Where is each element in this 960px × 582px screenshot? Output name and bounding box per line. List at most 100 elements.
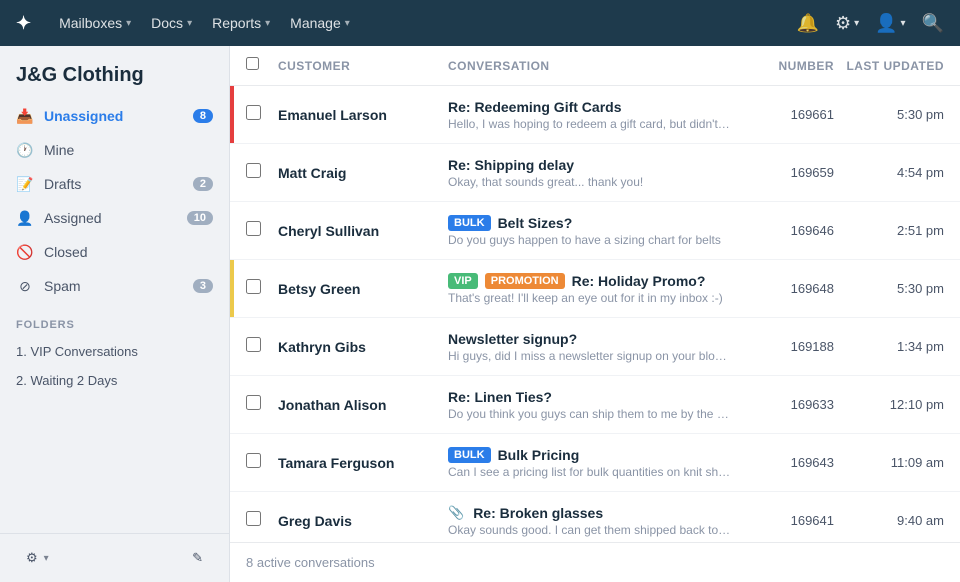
conversation-preview: Okay sounds good. I can get them shipped… bbox=[448, 523, 732, 537]
conversation-cell: Newsletter signup?Hi guys, did I miss a … bbox=[448, 331, 744, 363]
main-container: J&G Clothing 📥 Unassigned 8 🕐 Mine 📝 Dra… bbox=[0, 46, 960, 582]
conversation-title: 📎Re: Broken glasses bbox=[448, 505, 732, 521]
chevron-down-icon: ▾ bbox=[44, 553, 49, 564]
assigned-icon: 👤 bbox=[16, 209, 34, 227]
last-updated-time: 11:09 am bbox=[834, 455, 944, 470]
manage-nav[interactable]: Manage ▾ bbox=[290, 15, 350, 31]
customer-name: Jonathan Alison bbox=[278, 397, 448, 413]
table-row[interactable]: Betsy GreenVipPromotionRe: Holiday Promo… bbox=[230, 260, 960, 318]
row-select-checkbox[interactable] bbox=[246, 105, 261, 120]
folder-vip[interactable]: 1. VIP Conversations bbox=[0, 337, 229, 366]
table-footer: 8 active conversations bbox=[230, 542, 960, 582]
reports-nav[interactable]: Reports ▾ bbox=[212, 15, 270, 31]
tag-bulk: Bulk bbox=[448, 447, 491, 463]
table-row[interactable]: Greg Davis📎Re: Broken glasses Okay sounds… bbox=[230, 492, 960, 542]
avatar-icon[interactable]: 👤 ▾ bbox=[875, 13, 905, 34]
sidebar-item-drafts[interactable]: 📝 Drafts 2 bbox=[0, 167, 229, 201]
last-updated-time: 12:10 pm bbox=[834, 397, 944, 412]
conversation-number: 169641 bbox=[744, 513, 834, 528]
row-select-checkbox[interactable] bbox=[246, 511, 261, 526]
conversation-cell: 📎Re: Broken glasses Okay sounds good. I c… bbox=[448, 505, 744, 537]
conversation-number: 169648 bbox=[744, 281, 834, 296]
sidebar-item-mine[interactable]: 🕐 Mine bbox=[0, 133, 229, 167]
row-select-checkbox[interactable] bbox=[246, 337, 261, 352]
table-row[interactable]: Tamara FergusonBulkBulk PricingCan I see… bbox=[230, 434, 960, 492]
table-row[interactable]: Emanuel LarsonRe: Redeeming Gift CardsHe… bbox=[230, 86, 960, 144]
row-select-checkbox[interactable] bbox=[246, 279, 261, 294]
settings-icon: ⚙ bbox=[26, 550, 38, 566]
row-select-checkbox[interactable] bbox=[246, 221, 261, 236]
nav-right-icons: 🔔 ⚙ ▾ 👤 ▾ 🔍 bbox=[797, 13, 944, 34]
conversation-preview: Hi guys, did I miss a newsletter signup … bbox=[448, 349, 732, 363]
top-navigation: ✦ Mailboxes ▾ Docs ▾ Reports ▾ Manage ▾ … bbox=[0, 0, 960, 46]
docs-nav[interactable]: Docs ▾ bbox=[151, 15, 192, 31]
customer-name: Cheryl Sullivan bbox=[278, 223, 448, 239]
mine-icon: 🕐 bbox=[16, 141, 34, 159]
conversation-preview: Do you think you guys can ship them to m… bbox=[448, 407, 732, 421]
sidebar-item-unassigned[interactable]: 📥 Unassigned 8 bbox=[0, 99, 229, 133]
sidebar-item-assigned[interactable]: 👤 Assigned 10 bbox=[0, 201, 229, 235]
row-checkbox-cell bbox=[246, 453, 278, 473]
search-icon[interactable]: 🔍 bbox=[922, 13, 944, 34]
row-select-checkbox[interactable] bbox=[246, 163, 261, 178]
row-select-checkbox[interactable] bbox=[246, 395, 261, 410]
table-row[interactable]: Jonathan AlisonRe: Linen Ties? Do you thi… bbox=[230, 376, 960, 434]
table-header: Customer Conversation Number Last Update… bbox=[230, 46, 960, 86]
inbox-icon: 📥 bbox=[16, 107, 34, 125]
number-column-header: Number bbox=[744, 59, 834, 73]
spam-icon: ⊘ bbox=[16, 277, 34, 295]
conversation-title: Re: Linen Ties? bbox=[448, 389, 732, 405]
mailboxes-nav[interactable]: Mailboxes ▾ bbox=[59, 15, 131, 31]
bell-icon[interactable]: 🔔 bbox=[797, 13, 819, 34]
customer-name: Tamara Ferguson bbox=[278, 455, 448, 471]
chevron-down-icon: ▾ bbox=[345, 18, 350, 29]
conversation-title: Re: Shipping delay bbox=[448, 157, 732, 173]
conversation-title: BulkBulk Pricing bbox=[448, 447, 732, 463]
new-conversation-button[interactable]: ✎ bbox=[182, 544, 213, 572]
select-all-checkbox[interactable] bbox=[246, 57, 278, 75]
table-row[interactable]: Kathryn GibsNewsletter signup?Hi guys, d… bbox=[230, 318, 960, 376]
tag-bulk: Bulk bbox=[448, 215, 491, 231]
table-row[interactable]: Matt CraigRe: Shipping delay Okay, that s… bbox=[230, 144, 960, 202]
user-settings-icon[interactable]: ⚙ ▾ bbox=[835, 13, 859, 34]
last-updated-time: 5:30 pm bbox=[834, 281, 944, 296]
customer-name: Matt Craig bbox=[278, 165, 448, 181]
attachment-icon: 📎 bbox=[448, 505, 464, 521]
select-all-input[interactable] bbox=[246, 57, 259, 70]
conversation-number: 169646 bbox=[744, 223, 834, 238]
spam-badge: 3 bbox=[193, 279, 213, 293]
conversation-preview: Okay, that sounds great... thank you! bbox=[448, 175, 732, 189]
sidebar-item-spam[interactable]: ⊘ Spam 3 bbox=[0, 269, 229, 303]
company-name: J&G Clothing bbox=[0, 46, 229, 99]
assigned-badge: 10 bbox=[187, 211, 213, 225]
sidebar-item-closed[interactable]: 🚫 Closed bbox=[0, 235, 229, 269]
row-checkbox-cell bbox=[246, 105, 278, 125]
main-content: Customer Conversation Number Last Update… bbox=[230, 46, 960, 582]
last-updated-column-header: Last Updated bbox=[834, 59, 944, 73]
row-checkbox-cell bbox=[246, 395, 278, 415]
sidebar: J&G Clothing 📥 Unassigned 8 🕐 Mine 📝 Dra… bbox=[0, 46, 230, 582]
customer-name: Kathryn Gibs bbox=[278, 339, 448, 355]
row-select-checkbox[interactable] bbox=[246, 453, 261, 468]
settings-button[interactable]: ⚙ ▾ bbox=[16, 544, 59, 572]
row-checkbox-cell bbox=[246, 221, 278, 241]
folder-waiting[interactable]: 2. Waiting 2 Days bbox=[0, 366, 229, 395]
conversation-number: 169643 bbox=[744, 455, 834, 470]
conversation-number: 169659 bbox=[744, 165, 834, 180]
customer-column-header: Customer bbox=[278, 59, 448, 73]
chevron-down-icon: ▾ bbox=[187, 18, 192, 29]
conversation-cell: Re: Redeeming Gift CardsHello, I was hop… bbox=[448, 99, 744, 131]
logo-icon: ✦ bbox=[16, 13, 31, 34]
last-updated-time: 1:34 pm bbox=[834, 339, 944, 354]
chevron-down-icon: ▾ bbox=[265, 18, 270, 29]
customer-name: Greg Davis bbox=[278, 513, 448, 529]
conversation-number: 169188 bbox=[744, 339, 834, 354]
conversation-title: VipPromotionRe: Holiday Promo? bbox=[448, 273, 732, 289]
unassigned-badge: 8 bbox=[193, 109, 213, 123]
row-checkbox-cell bbox=[246, 337, 278, 357]
customer-name: Emanuel Larson bbox=[278, 107, 448, 123]
table-row[interactable]: Cheryl SullivanBulkBelt Sizes?Do you guy… bbox=[230, 202, 960, 260]
conversation-cell: BulkBulk PricingCan I see a pricing list… bbox=[448, 447, 744, 479]
conversation-title: BulkBelt Sizes? bbox=[448, 215, 732, 231]
tag-promotion: Promotion bbox=[485, 273, 565, 289]
